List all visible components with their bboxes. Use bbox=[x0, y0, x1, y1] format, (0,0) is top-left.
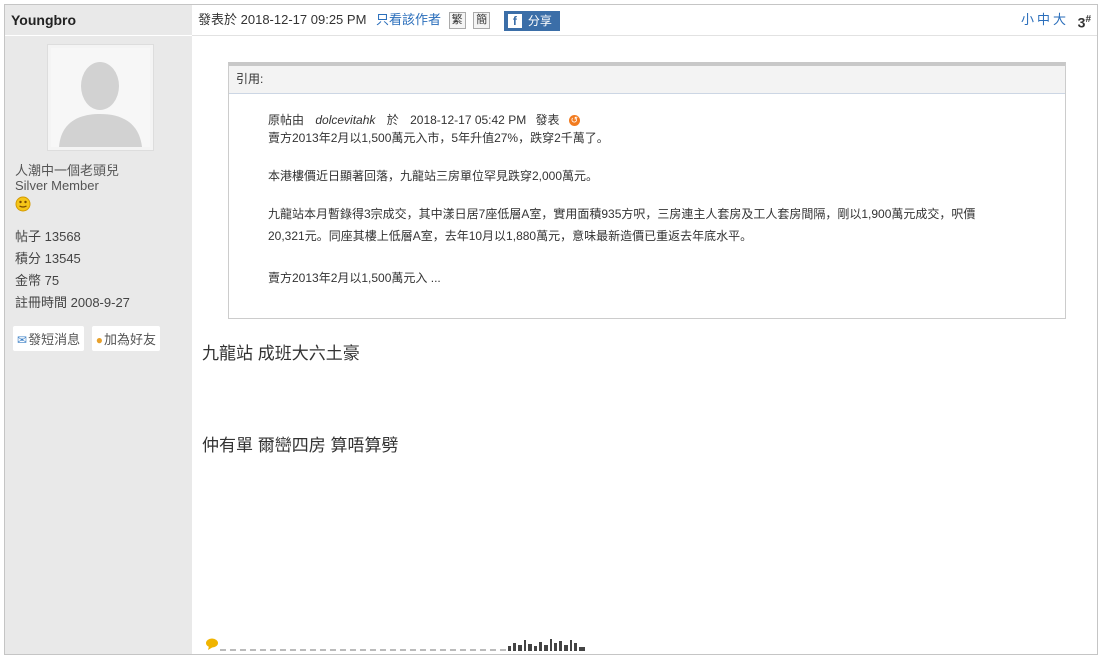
stat-credits: 積分 13545 bbox=[15, 251, 81, 266]
user-silhouette-icon bbox=[51, 48, 150, 147]
content-line: 九龍站 成班大六土豪 bbox=[202, 344, 360, 363]
quote-line: 賣方2013年2月以1,500萬元入市，5年升值27%，跌穿2千萬了。 bbox=[268, 131, 609, 145]
author-rank: Silver Member bbox=[15, 178, 99, 193]
post-main: 發表於 2018-12-17 09:25 PM 只看該作者 繁 簡 f 分享 小中… bbox=[192, 5, 1097, 654]
only-author-link[interactable]: 只看該作者 bbox=[376, 12, 441, 27]
simplified-button[interactable]: 簡 bbox=[473, 12, 491, 30]
author-stats: 帖子 13568 積分 13545 金幣 75 註冊時間 2008-9-27 bbox=[15, 226, 130, 314]
content-line: 仲有單 爾巒四房 算唔算劈 bbox=[202, 436, 399, 455]
author-username[interactable]: Youngbro bbox=[5, 5, 192, 36]
font-size-switch[interactable]: 小中大 bbox=[1021, 5, 1069, 35]
floor-number[interactable]: 3# bbox=[1078, 5, 1091, 38]
quote-line: 九龍站本月暫錄得3宗成交，其中漾日居7座低層A室，實用面積935方呎，三房連主人… bbox=[268, 207, 976, 221]
quote-header: 引用: bbox=[229, 66, 1065, 94]
avatar[interactable] bbox=[47, 44, 154, 151]
posted-prefix: 發表於 bbox=[198, 12, 238, 27]
facebook-icon: f bbox=[507, 13, 522, 28]
author-sidebar: Youngbro 人潮中一個老頭兒 Silver Member 帖子 13568 bbox=[5, 5, 192, 654]
quote-line: 本港樓價近日顯著回落，九龍站三房單位罕見跌穿2,000萬元。 bbox=[268, 169, 599, 183]
smiley-medal-icon bbox=[15, 194, 55, 214]
quote-line: 20,321元。同座其樓上低層A室，去年10月以1,880萬元，意味最新造價已重… bbox=[268, 229, 753, 243]
forum-post: Youngbro 人潮中一個老頭兒 Silver Member 帖子 13568 bbox=[4, 4, 1098, 655]
quote-body: 原帖由 dolcevitahk 於 2018-12-17 05:42 PM 發表… bbox=[268, 111, 1055, 287]
stat-coins: 金幣 75 bbox=[15, 273, 60, 288]
stat-posts: 帖子 13568 bbox=[15, 229, 81, 244]
speech-bubble-icon bbox=[206, 638, 218, 650]
envelope-icon: ✉ bbox=[17, 333, 28, 347]
post-content: 九龍站 成班大六土豪 仲有單 爾巒四房 算唔算劈 bbox=[202, 339, 398, 455]
post-header: 發表於 2018-12-17 09:25 PM 只看該作者 繁 簡 f 分享 小中… bbox=[192, 5, 1097, 36]
author-nickname: 人潮中一個老頭兒 bbox=[15, 163, 120, 178]
author-actions: ✉發短消息 ●加為好友 bbox=[13, 326, 164, 351]
send-message-button[interactable]: ✉發短消息 bbox=[13, 326, 85, 351]
posted-time: 2018-12-17 09:25 PM bbox=[240, 12, 367, 27]
back-arrow-icon[interactable]: ↺ bbox=[568, 115, 580, 126]
people-icon: ● bbox=[95, 333, 103, 347]
quote-block: 引用: 原帖由 dolcevitahk 於 2018-12-17 05:42 P… bbox=[228, 62, 1066, 319]
quote-author[interactable]: dolcevitahk bbox=[315, 113, 375, 127]
add-friend-button[interactable]: ●加為好友 bbox=[91, 326, 160, 351]
stat-register-date: 註冊時間 2008-9-27 bbox=[15, 295, 130, 310]
share-button[interactable]: f 分享 bbox=[503, 10, 560, 31]
quote-time: 2018-12-17 05:42 PM bbox=[410, 113, 527, 127]
quote-origin: 原帖由 dolcevitahk 於 2018-12-17 05:42 PM 發表… bbox=[268, 113, 580, 127]
quote-line: 賣方2013年2月以1,500萬元入 ... bbox=[268, 271, 441, 285]
traditional-button[interactable]: 繁 bbox=[448, 12, 466, 30]
signature-divider bbox=[206, 638, 585, 651]
